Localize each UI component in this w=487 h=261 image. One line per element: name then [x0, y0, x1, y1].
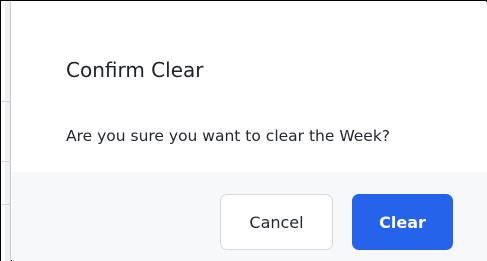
confirm-clear-dialog: Confirm Clear Are you sure you want to c…: [12, 2, 487, 261]
background-divider: [1, 204, 11, 205]
background-divider: [1, 101, 11, 102]
dialog-message: Are you sure you want to clear the Week?: [66, 127, 391, 145]
dialog-footer: Cancel Clear: [12, 172, 487, 261]
clear-button[interactable]: Clear: [352, 194, 453, 250]
background-page-edge: [1, 1, 11, 261]
window-frame: Confirm Clear Are you sure you want to c…: [0, 0, 487, 261]
background-divider: [1, 161, 11, 162]
dialog-title: Confirm Clear: [66, 58, 204, 82]
cancel-button[interactable]: Cancel: [220, 194, 333, 250]
